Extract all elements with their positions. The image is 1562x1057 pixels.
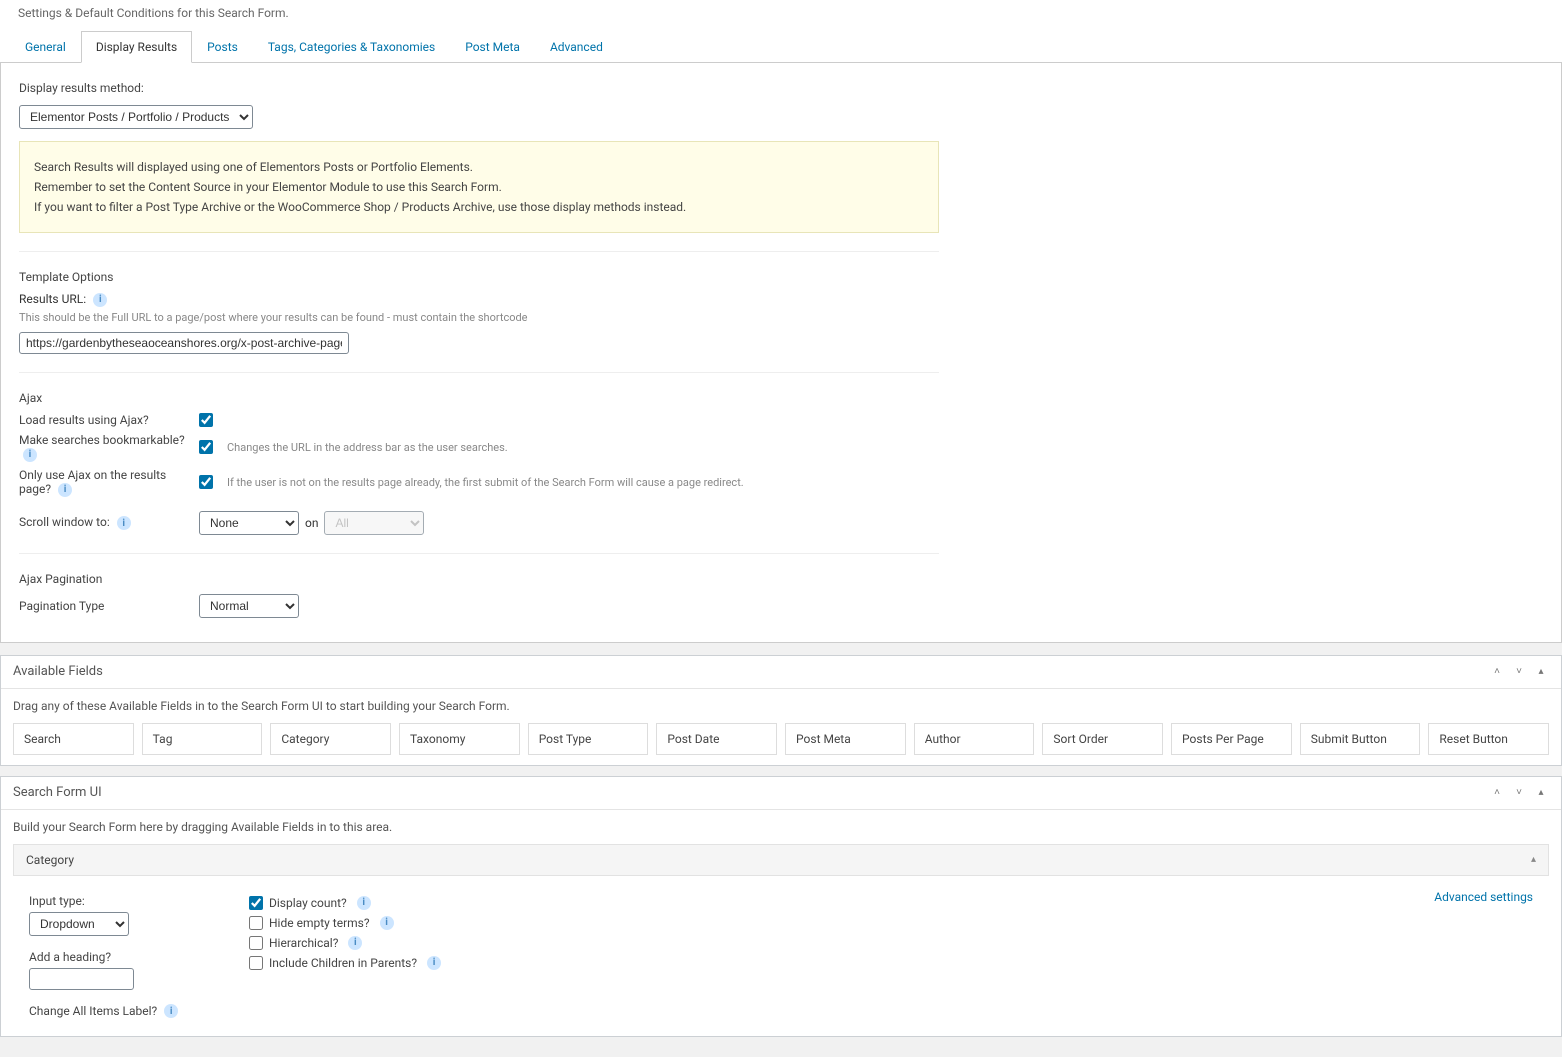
template-options-heading: Template Options [19, 270, 1543, 284]
hide-empty-label: Hide empty terms? [269, 916, 370, 930]
results-url-help: This should be the Full URL to a page/po… [19, 311, 1543, 324]
notice-line-1: Search Results will displayed using one … [34, 160, 924, 174]
tab-advanced[interactable]: Advanced [535, 31, 618, 63]
info-icon[interactable]: i [164, 1004, 178, 1018]
scroll-on-text: on [305, 516, 318, 530]
pagination-type-select[interactable]: Normal [199, 594, 299, 618]
info-icon[interactable]: i [357, 896, 371, 910]
info-icon[interactable]: i [58, 483, 72, 497]
ajax-bookmarkable-desc: Changes the URL in the address bar as th… [227, 441, 508, 454]
info-icon[interactable]: i [427, 956, 441, 970]
settings-description: Settings & Default Conditions for this S… [0, 0, 1562, 30]
scroll-all-select[interactable]: All [324, 511, 424, 535]
input-type-select[interactable]: Dropdown [29, 912, 129, 936]
field-posts-per-page[interactable]: Posts Per Page [1171, 723, 1292, 755]
notice-line-2: Remember to set the Content Source in yo… [34, 180, 924, 194]
results-url-input[interactable] [19, 332, 349, 354]
search-form-ui-title: Search Form UI [13, 785, 102, 800]
display-results-tab-content: Display results method: Elementor Posts … [0, 63, 1562, 643]
tab-taxonomies[interactable]: Tags, Categories & Taxonomies [253, 31, 450, 63]
tab-posts[interactable]: Posts [192, 31, 253, 63]
field-author[interactable]: Author [914, 723, 1035, 755]
available-fields-panel: Available Fields ˄ ˅ ▴ Drag any of these… [0, 655, 1562, 766]
info-icon[interactable]: i [380, 916, 394, 930]
tab-post-meta[interactable]: Post Meta [450, 31, 535, 63]
panel-collapse-up-icon[interactable]: ˄ [1489, 785, 1505, 801]
ajax-bookmarkable-checkbox[interactable] [199, 440, 213, 454]
ajax-heading: Ajax [19, 391, 1543, 405]
field-taxonomy[interactable]: Taxonomy [399, 723, 520, 755]
category-bar-title: Category [26, 853, 74, 867]
ajax-only-results-label: Only use Ajax on the results page? [19, 468, 166, 496]
field-submit-button[interactable]: Submit Button [1300, 723, 1421, 755]
tabs-nav: General Display Results Posts Tags, Cate… [10, 31, 1552, 63]
hierarchical-checkbox[interactable] [249, 936, 263, 950]
tab-display-results[interactable]: Display Results [81, 31, 192, 63]
field-post-date[interactable]: Post Date [656, 723, 777, 755]
tab-general[interactable]: General [10, 31, 81, 63]
panel-toggle-icon[interactable]: ▴ [1533, 664, 1549, 680]
category-accordion-bar[interactable]: Category ▴ [13, 844, 1549, 876]
search-form-ui-desc: Build your Search Form here by dragging … [13, 820, 1549, 834]
field-tag[interactable]: Tag [142, 723, 263, 755]
ajax-only-results-desc: If the user is not on the results page a… [227, 476, 744, 489]
ajax-load-checkbox[interactable] [199, 413, 213, 427]
include-children-checkbox[interactable] [249, 956, 263, 970]
hierarchical-label: Hierarchical? [269, 936, 338, 950]
scroll-window-label: Scroll window to: [19, 515, 110, 529]
info-icon[interactable]: i [93, 293, 107, 307]
field-post-type[interactable]: Post Type [528, 723, 649, 755]
info-icon[interactable]: i [23, 448, 37, 462]
field-sort-order[interactable]: Sort Order [1042, 723, 1163, 755]
panel-collapse-down-icon[interactable]: ˅ [1511, 664, 1527, 680]
pagination-type-label: Pagination Type [19, 599, 199, 613]
ajax-only-results-checkbox[interactable] [199, 475, 213, 489]
info-icon[interactable]: i [117, 516, 131, 530]
add-heading-label: Add a heading? [29, 950, 219, 964]
ajax-bookmarkable-label: Make searches bookmarkable? [19, 433, 185, 447]
panel-collapse-up-icon[interactable]: ˄ [1489, 664, 1505, 680]
notice-line-3: If you want to filter a Post Type Archiv… [34, 200, 924, 214]
advanced-settings-link[interactable]: Advanced settings [1434, 890, 1533, 904]
display-method-notice: Search Results will displayed using one … [19, 141, 939, 233]
display-method-select[interactable]: Elementor Posts / Portfolio / Products [19, 105, 253, 129]
search-form-ui-panel: Search Form UI ˄ ˅ ▴ Build your Search F… [0, 776, 1562, 1038]
hide-empty-checkbox[interactable] [249, 916, 263, 930]
panel-collapse-down-icon[interactable]: ˅ [1511, 785, 1527, 801]
ajax-pagination-heading: Ajax Pagination [19, 572, 1543, 586]
add-heading-input[interactable] [29, 968, 134, 990]
available-fields-desc: Drag any of these Available Fields in to… [13, 699, 1549, 713]
field-search[interactable]: Search [13, 723, 134, 755]
available-fields-title: Available Fields [13, 664, 103, 679]
input-type-label: Input type: [29, 894, 219, 908]
scroll-window-select[interactable]: None [199, 511, 299, 535]
info-icon[interactable]: i [348, 936, 362, 950]
change-all-items-label: Change All Items Label? [29, 1004, 157, 1018]
accordion-toggle-icon[interactable]: ▴ [1531, 854, 1536, 865]
field-category[interactable]: Category [270, 723, 391, 755]
panel-toggle-icon[interactable]: ▴ [1533, 785, 1549, 801]
display-count-checkbox[interactable] [249, 896, 263, 910]
display-method-label: Display results method: [19, 81, 1543, 95]
ajax-load-label: Load results using Ajax? [19, 413, 199, 427]
results-url-label: Results URL: [19, 292, 86, 306]
display-count-label: Display count? [269, 896, 347, 910]
include-children-label: Include Children in Parents? [269, 956, 417, 970]
field-reset-button[interactable]: Reset Button [1428, 723, 1549, 755]
field-post-meta[interactable]: Post Meta [785, 723, 906, 755]
